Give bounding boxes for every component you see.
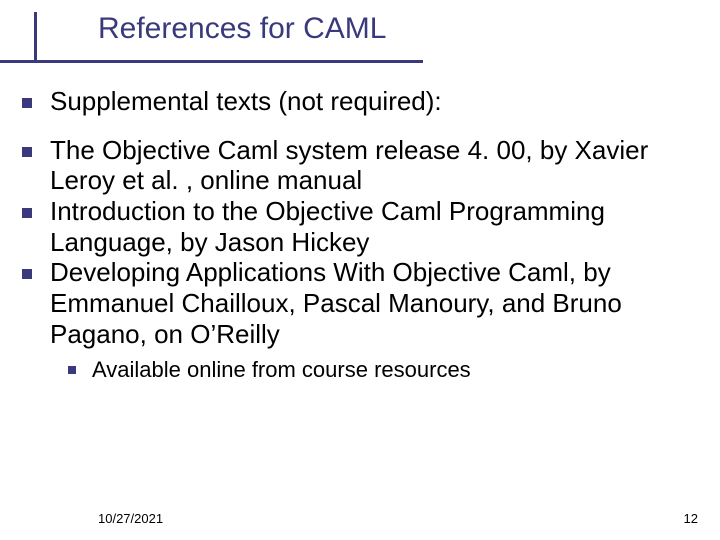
footer-page-number: 12 [684, 511, 698, 526]
bullet-text: Supplemental texts (not required): [50, 86, 442, 117]
footer-date: 10/27/2021 [98, 511, 163, 526]
bullet-text: Developing Applications With Objective C… [50, 257, 700, 349]
bullet-text: The Objective Caml system release 4. 00,… [50, 135, 700, 196]
bullet-item: The Objective Caml system release 4. 00,… [22, 135, 700, 196]
bullet-square-icon [22, 98, 32, 108]
bullet-group: The Objective Caml system release 4. 00,… [22, 135, 700, 384]
bullet-item: Introduction to the Objective Caml Progr… [22, 196, 700, 257]
bullet-text: Introduction to the Objective Caml Progr… [50, 196, 700, 257]
bullet-square-icon [68, 366, 76, 374]
sub-bullet-text: Available online from course resources [92, 357, 471, 383]
accent-vertical-rule [34, 12, 37, 60]
bullet-square-icon [22, 208, 32, 218]
bullet-item: Supplemental texts (not required): [22, 86, 700, 117]
bullet-square-icon [22, 269, 32, 279]
slide: References for CAML Supplemental texts (… [0, 0, 720, 540]
slide-title: References for CAML [98, 12, 700, 46]
sub-bullet-item: Available online from course resources [68, 357, 700, 383]
body-area: Supplemental texts (not required): The O… [22, 86, 700, 384]
accent-horizontal-rule [0, 60, 423, 63]
bullet-item: Developing Applications With Objective C… [22, 257, 700, 349]
title-area: References for CAML [98, 12, 700, 46]
bullet-square-icon [22, 147, 32, 157]
